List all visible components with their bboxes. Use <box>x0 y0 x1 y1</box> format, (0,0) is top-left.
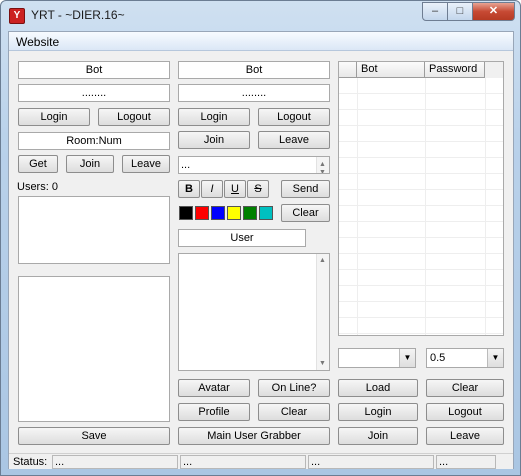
color-swatch-green[interactable] <box>243 206 257 220</box>
color-swatch-yellow[interactable] <box>227 206 241 220</box>
right-leave-button[interactable]: Leave <box>426 427 504 445</box>
close-button[interactable]: ✕ <box>472 2 515 21</box>
window-title: YRT - ~DIER.16~ <box>31 8 125 22</box>
online-button[interactable]: On Line? <box>258 379 330 397</box>
middle-clear-button[interactable]: Clear <box>281 204 330 222</box>
delay-combo[interactable]: 0.5 ▼ <box>426 348 504 368</box>
middle-bot-name-field[interactable]: Bot <box>178 61 330 79</box>
column-header-password[interactable]: Password <box>425 62 485 78</box>
grid-divider <box>425 78 426 335</box>
message-input-text: ... <box>181 159 191 171</box>
grid-divider <box>485 78 486 335</box>
status-panel-4: ... <box>436 455 496 469</box>
grid-rows <box>339 78 503 335</box>
users-count-label: Users: 0 <box>17 181 58 193</box>
italic-button[interactable]: I <box>201 180 223 198</box>
left-logout-button[interactable]: Logout <box>98 108 170 126</box>
chat-output[interactable]: ▲ ▼ <box>178 253 330 371</box>
left-login-button[interactable]: Login <box>18 108 90 126</box>
scroll-up-icon[interactable]: ▲ <box>319 257 326 264</box>
scroll-down-icon[interactable]: ▼ <box>319 360 326 367</box>
grid-header: Bot Password <box>339 62 503 78</box>
left-password-field[interactable]: ........ <box>18 84 170 102</box>
status-panel-3: ... <box>308 455 434 469</box>
app-window: Y YRT - ~DIER.16~ – □ ✕ Website Bot ....… <box>0 0 521 476</box>
right-logout-button[interactable]: Logout <box>426 403 504 421</box>
minimize-button[interactable]: – <box>422 2 448 21</box>
left-output-list[interactable] <box>18 276 170 422</box>
bold-button[interactable]: B <box>178 180 200 198</box>
client-area: Website Bot ........ Login Logout Room:N… <box>8 31 514 469</box>
middle-login-button[interactable]: Login <box>178 108 250 126</box>
right-login-button[interactable]: Login <box>338 403 418 421</box>
strike-button[interactable]: S <box>247 180 269 198</box>
color-swatch-blue[interactable] <box>211 206 225 220</box>
chevron-down-icon[interactable]: ▼ <box>487 349 503 367</box>
color-swatch-red[interactable] <box>195 206 209 220</box>
app-icon[interactable]: Y <box>9 8 25 24</box>
status-panel-1: ... <box>52 455 178 469</box>
bot-select-combo[interactable]: ▼ <box>338 348 416 368</box>
column-header-bot[interactable]: Bot <box>357 62 425 78</box>
message-scrollbar[interactable]: ▲ ▼ <box>316 157 329 173</box>
avatar-button[interactable]: Avatar <box>178 379 250 397</box>
right-clear-button[interactable]: Clear <box>426 379 504 397</box>
menu-website[interactable]: Website <box>16 35 59 49</box>
underline-button[interactable]: U <box>224 180 246 198</box>
save-button[interactable]: Save <box>18 427 170 445</box>
middle-leave-button[interactable]: Leave <box>258 131 330 149</box>
menu-bar: Website <box>9 32 513 51</box>
title-bar[interactable]: Y YRT - ~DIER.16~ – □ ✕ <box>1 1 520 31</box>
maximize-button[interactable]: □ <box>447 2 473 21</box>
status-panel-2: ... <box>180 455 306 469</box>
message-input[interactable]: ... ▲ ▼ <box>178 156 330 174</box>
combo-value: 0.5 <box>430 352 446 364</box>
middle-password-field[interactable]: ........ <box>178 84 330 102</box>
bot-password-grid[interactable]: Bot Password <box>338 61 504 336</box>
color-swatch-black[interactable] <box>179 206 193 220</box>
middle-logout-button[interactable]: Logout <box>258 108 330 126</box>
left-join-button[interactable]: Join <box>66 155 114 173</box>
load-button[interactable]: Load <box>338 379 418 397</box>
left-bot-name-field[interactable]: Bot <box>18 61 170 79</box>
main-user-grabber-button[interactable]: Main User Grabber <box>178 427 330 445</box>
profile-button[interactable]: Profile <box>178 403 250 421</box>
status-label: Status: <box>13 456 48 468</box>
color-swatch-cyan[interactable] <box>259 206 273 220</box>
chat-scrollbar[interactable]: ▲ ▼ <box>316 254 329 370</box>
users-list[interactable] <box>18 196 170 264</box>
scroll-down-icon[interactable]: ▼ <box>319 165 326 173</box>
grid-corner <box>339 62 357 78</box>
grid-divider <box>357 78 358 335</box>
middle-clear2-button[interactable]: Clear <box>258 403 330 421</box>
room-field[interactable]: Room:Num <box>18 132 170 150</box>
user-field[interactable]: User <box>178 229 306 247</box>
status-bar: Status: ... ... ... ... <box>9 453 513 469</box>
left-leave-button[interactable]: Leave <box>122 155 170 173</box>
right-join-button[interactable]: Join <box>338 427 418 445</box>
get-button[interactable]: Get <box>18 155 58 173</box>
chevron-down-icon[interactable]: ▼ <box>399 349 415 367</box>
middle-join-button[interactable]: Join <box>178 131 250 149</box>
send-button[interactable]: Send <box>281 180 330 198</box>
